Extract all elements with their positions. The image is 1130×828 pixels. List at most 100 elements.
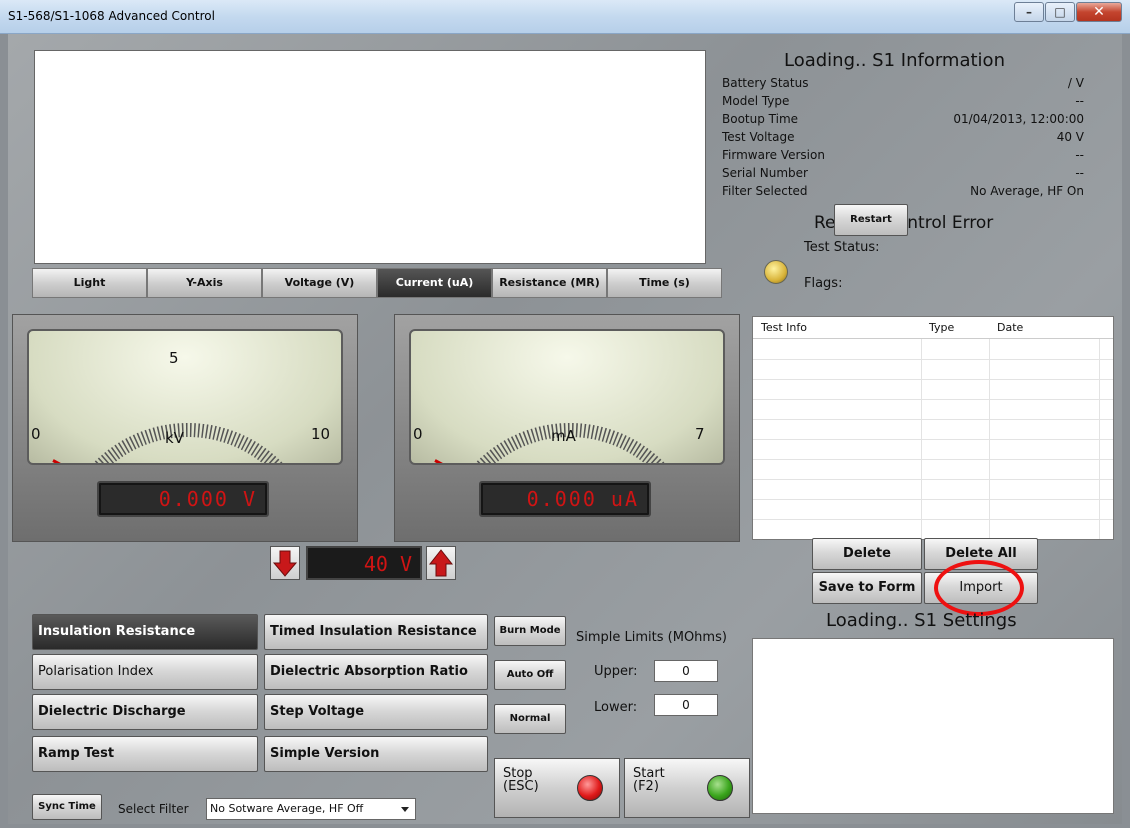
test-list-header: Test Info Type Date	[753, 317, 1113, 339]
arrow-up-icon	[428, 549, 454, 577]
maximize-button[interactable]: □	[1045, 2, 1075, 22]
test-list[interactable]: Test Info Type Date	[752, 316, 1114, 540]
step-voltage-button[interactable]: Step Voltage	[264, 694, 488, 730]
start-button[interactable]: Start (F2)	[624, 758, 750, 818]
start-led-icon	[707, 775, 733, 801]
save-to-form-button[interactable]: Save to Form	[812, 572, 922, 604]
voltage-gauge-scale	[93, 422, 283, 463]
current-gauge-face: 0 7 mA	[409, 329, 725, 465]
app-window: S1-568/S1-1068 Advanced Control – □ ✕ Li…	[0, 0, 1130, 828]
close-icon: ✕	[1093, 4, 1105, 20]
burn-mode-button[interactable]: Burn Mode	[494, 616, 566, 646]
restart-button-label: Restart	[850, 214, 892, 225]
tab-resistance[interactable]: Resistance (MR)	[492, 268, 607, 298]
ramp-test-button[interactable]: Ramp Test	[32, 736, 258, 772]
tab-y-axis[interactable]: Y-Axis	[147, 268, 262, 298]
voltage-gauge-mid-label: 5	[169, 349, 179, 367]
filter-select-value: No Sotware Average, HF Off	[210, 802, 364, 815]
maximize-icon: □	[1054, 5, 1066, 19]
current-gauge: 0 7 mA 0.000 uA	[394, 314, 740, 542]
status-lamp	[764, 260, 788, 284]
polarisation-index-button[interactable]: Polarisation Index	[32, 654, 258, 690]
graph-area[interactable]	[34, 50, 706, 264]
tab-voltage[interactable]: Voltage (V)	[262, 268, 377, 298]
upper-limit-label: Upper:	[594, 664, 638, 679]
current-readout: 0.000 uA	[479, 481, 651, 517]
info-key: Bootup Time	[722, 112, 799, 126]
highlight-circle	[934, 560, 1024, 616]
info-value: 01/04/2013, 12:00:00	[953, 112, 1084, 126]
client-area: Light Y-Axis Voltage (V) Current (uA) Re…	[8, 34, 1122, 824]
chevron-down-icon	[401, 807, 409, 812]
lower-limit-label: Lower:	[594, 700, 638, 715]
settings-title: Loading.. S1 Settings	[826, 610, 1017, 631]
timed-insulation-resistance-button[interactable]: Timed Insulation Resistance	[264, 614, 488, 650]
simple-limits-title: Simple Limits (MOhms)	[576, 630, 727, 645]
current-gauge-scale	[475, 422, 665, 463]
title-bar: S1-568/S1-1068 Advanced Control – □ ✕	[0, 0, 1130, 34]
filter-select[interactable]: No Sotware Average, HF Off	[206, 798, 416, 820]
info-value: / V	[1067, 76, 1084, 90]
select-filter-label: Select Filter	[118, 802, 189, 816]
start-button-label: Start (F2)	[633, 766, 665, 794]
column-type[interactable]: Type	[929, 321, 954, 334]
column-test-info[interactable]: Test Info	[761, 321, 807, 334]
voltage-stepper: 40 V	[270, 544, 482, 582]
voltage-gauge-max-label: 10	[311, 425, 331, 443]
simple-version-button[interactable]: Simple Version	[264, 736, 488, 772]
auto-off-button[interactable]: Auto Off	[494, 660, 566, 690]
insulation-resistance-button[interactable]: Insulation Resistance	[32, 614, 258, 650]
flags-label: Flags:	[804, 276, 843, 291]
info-key: Firmware Version	[722, 148, 825, 162]
voltage-setpoint-display: 40 V	[306, 546, 422, 580]
minimize-button[interactable]: –	[1014, 2, 1044, 22]
voltage-gauge-min-label: 0	[31, 425, 41, 443]
column-date[interactable]: Date	[997, 321, 1023, 334]
window-controls: – □ ✕	[1013, 2, 1122, 22]
info-value: --	[1075, 148, 1084, 162]
tab-time[interactable]: Time (s)	[607, 268, 722, 298]
graph-tabs: Light Y-Axis Voltage (V) Current (uA) Re…	[32, 268, 722, 298]
voltage-gauge-unit: kV	[165, 429, 184, 447]
info-key: Filter Selected	[722, 184, 808, 198]
current-gauge-min-label: 0	[413, 425, 423, 443]
lower-limit-input[interactable]: 0	[654, 694, 718, 716]
voltage-readout-value: 0.000 V	[158, 487, 257, 511]
voltage-decrease-button[interactable]	[270, 546, 300, 580]
info-value: --	[1075, 166, 1084, 180]
info-key: Serial Number	[722, 166, 808, 180]
info-key: Battery Status	[722, 76, 809, 90]
info-title: Loading.. S1 Information	[784, 50, 1005, 71]
voltage-setpoint-value: 40 V	[363, 552, 412, 576]
stop-button-label: Stop (ESC)	[503, 766, 539, 794]
settings-panel[interactable]	[752, 638, 1114, 814]
voltage-gauge-face: 5 0 10 kV	[27, 329, 343, 465]
info-value: No Average, HF On	[970, 184, 1084, 198]
info-key: Model Type	[722, 94, 790, 108]
info-key: Test Voltage	[722, 130, 795, 144]
info-value: --	[1075, 94, 1084, 108]
tab-light[interactable]: Light	[32, 268, 147, 298]
upper-limit-input[interactable]: 0	[654, 660, 718, 682]
info-value: 40 V	[1056, 130, 1084, 144]
current-gauge-max-label: 7	[695, 425, 705, 443]
stop-led-icon	[577, 775, 603, 801]
dielectric-discharge-button[interactable]: Dielectric Discharge	[32, 694, 258, 730]
restart-button[interactable]: Restart	[834, 204, 908, 236]
normal-button[interactable]: Normal	[494, 704, 566, 734]
test-status-label: Test Status:	[804, 240, 880, 255]
voltage-gauge: 5 0 10 kV 0.000 V	[12, 314, 358, 542]
sync-time-button[interactable]: Sync Time	[32, 794, 102, 820]
minimize-icon: –	[1026, 5, 1032, 19]
voltage-increase-button[interactable]	[426, 546, 456, 580]
close-button[interactable]: ✕	[1076, 2, 1122, 22]
delete-selected-button[interactable]: Delete Selected	[812, 538, 922, 591]
stop-button[interactable]: Stop (ESC)	[494, 758, 620, 818]
window-title: S1-568/S1-1068 Advanced Control	[8, 9, 215, 23]
arrow-down-icon	[272, 550, 298, 577]
voltage-readout: 0.000 V	[97, 481, 269, 517]
tab-current[interactable]: Current (uA)	[377, 268, 492, 298]
dielectric-absorption-ratio-button[interactable]: Dielectric Absorption Ratio	[264, 654, 488, 690]
current-readout-value: 0.000 uA	[526, 487, 639, 511]
current-gauge-unit: mA	[551, 427, 576, 445]
